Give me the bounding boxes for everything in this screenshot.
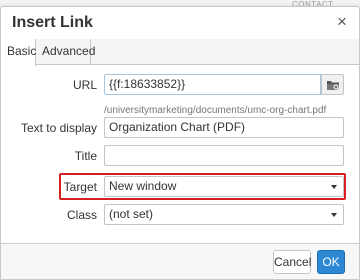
url-label: URL: [72, 78, 97, 92]
dialog-footer: Cancel OK: [1, 243, 359, 279]
url-input[interactable]: {{f:18633852}}: [104, 74, 321, 95]
close-icon[interactable]: ×: [333, 13, 351, 31]
ok-button[interactable]: OK: [317, 250, 345, 274]
dialog-title: Insert Link: [12, 14, 93, 31]
text-to-display-label: Text to display: [20, 121, 97, 135]
caret-down-icon: [331, 185, 337, 189]
tab-bar: Basic Advanced: [1, 39, 359, 66]
target-select-value: New window: [109, 179, 177, 193]
class-select[interactable]: (not set): [104, 204, 344, 225]
class-select-value: (not set): [109, 207, 154, 221]
cancel-button[interactable]: Cancel: [273, 250, 311, 274]
class-label: Class: [66, 208, 97, 222]
target-select[interactable]: New window: [104, 176, 344, 197]
tab-basic[interactable]: Basic: [1, 39, 36, 66]
caret-down-icon: [331, 213, 337, 217]
url-path-hint: /universitymarketing/documents/umc-org-c…: [104, 105, 327, 116]
title-input[interactable]: [104, 145, 344, 166]
title-label: Title: [74, 149, 97, 163]
dialog-header: Insert Link ×: [1, 7, 359, 39]
folder-icon: [327, 81, 340, 91]
text-to-display-input[interactable]: Organization Chart (PDF): [104, 117, 344, 138]
browse-button[interactable]: [321, 74, 344, 95]
insert-link-dialog: Insert Link × Basic Advanced URL {{f:186…: [0, 6, 360, 280]
tab-advanced[interactable]: Advanced: [36, 39, 95, 65]
target-label: Target: [63, 180, 97, 194]
